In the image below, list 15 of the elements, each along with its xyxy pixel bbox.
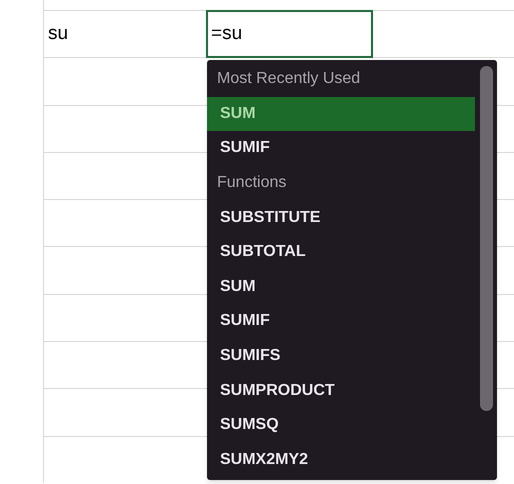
function-option[interactable]: SUMIF (207, 131, 475, 166)
table-cell[interactable]: su (44, 20, 204, 48)
function-option[interactable]: SUM (207, 270, 475, 304)
function-option[interactable]: SUMSQ (207, 408, 475, 443)
scrollbar[interactable] (480, 66, 493, 411)
function-option[interactable]: SUMPRODUCT (207, 373, 475, 408)
section-header: Most Recently Used (217, 69, 360, 90)
function-option[interactable]: SUBTOTAL (207, 234, 475, 270)
active-cell[interactable]: =su (206, 10, 373, 58)
function-option[interactable]: SUBSTITUTE (207, 200, 475, 235)
function-option[interactable]: SUMX2MY2 (207, 442, 475, 478)
function-option[interactable]: SUMIF (207, 304, 475, 339)
function-option[interactable]: SUMIFS (207, 338, 475, 374)
section-header: Functions (217, 173, 286, 194)
function-option[interactable]: SUM (207, 96, 475, 132)
